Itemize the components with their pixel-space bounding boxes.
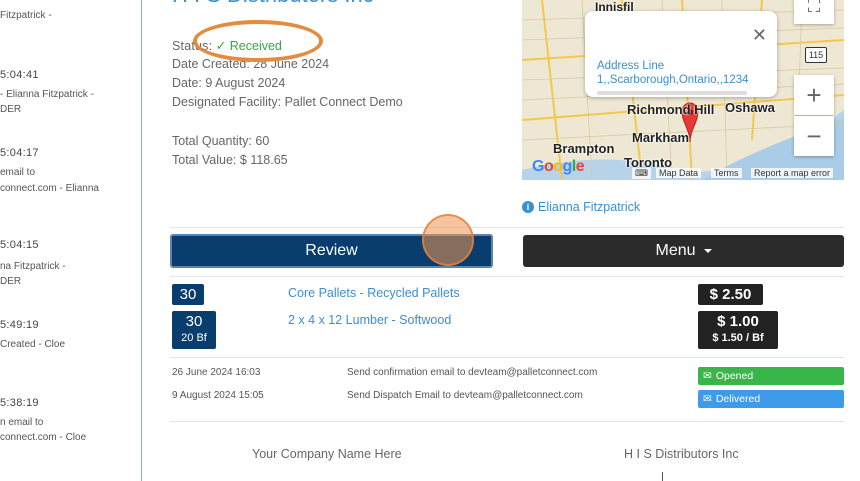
facility-row: Designated Facility: Pallet Connect Demo (172, 95, 403, 109)
item-board-feet: 20 Bf (181, 332, 207, 344)
feed-time: 5:49:19 (0, 319, 39, 331)
info-icon: i (522, 201, 534, 213)
opened-badge-label: Opened (715, 370, 754, 382)
date-row: Date: 9 August 2024 (172, 76, 285, 90)
item-quantity: 30 (185, 313, 203, 330)
item-quantity-badge: 30 20 Bf (172, 311, 216, 349)
feed-time: 5:04:15 (0, 239, 39, 251)
zoom-out-button[interactable]: − (794, 116, 834, 156)
delivered-badge-label: Delivered (715, 393, 761, 405)
footer-company-name: Your Company Name Here (252, 447, 402, 461)
terms-link[interactable]: Terms (711, 168, 742, 178)
divider (170, 421, 844, 422)
menu-button[interactable]: Menu (523, 235, 844, 267)
total-quantity-label: Total Quantity: (172, 134, 252, 148)
total-value-row: Total Value: $ 118.65 (172, 153, 288, 167)
caret-down-icon (703, 249, 712, 253)
log-text: Send confirmation email to devteam@palle… (347, 367, 598, 378)
zoom-in-button[interactable]: + (794, 75, 834, 115)
cursor-caret (662, 472, 663, 481)
popup-address-line2: 1,,Scarborough,Ontario,,1234 (597, 74, 749, 86)
feed-line: - Elianna Fitzpatrick - (0, 89, 94, 100)
activity-feed: Fitzpatrick - 5:04:41 - Elianna Fitzpatr… (0, 0, 142, 481)
divider (170, 357, 844, 358)
city-label: Brampton (553, 141, 615, 156)
feed-line: n email to (0, 417, 44, 428)
city-label: Oshawa (725, 100, 775, 115)
user-link[interactable]: i Elianna Fitzpatrick (522, 200, 640, 214)
popup-address[interactable]: Address Line 1,,Scarborough,Ontario,,123… (597, 59, 772, 87)
item-link[interactable]: Core Pallets - Recycled Pallets (288, 286, 460, 300)
log-text: Send Dispatch Email to devteam@palletcon… (347, 390, 583, 401)
keyboard-icon[interactable]: ⌨ (632, 168, 651, 179)
customer-title: H I S Distributors Inc (172, 0, 374, 8)
close-icon[interactable]: ✕ (752, 25, 767, 46)
feed-line: Fitzpatrick - (0, 10, 52, 21)
opened-badge: ✉ Opened (698, 367, 844, 385)
divider (170, 276, 844, 277)
map[interactable]: Innisfil Richmond Hill Oshawa Markham Br… (522, 0, 844, 180)
item-quantity-badge: 30 (172, 284, 204, 305)
total-quantity-row: Total Quantity: 60 (172, 134, 269, 148)
route-badge: 115 (805, 47, 827, 63)
date-value: 9 August 2024 (205, 76, 286, 90)
envelope-open-icon: ✉ (703, 370, 712, 382)
facility-label: Designated Facility: (172, 95, 282, 109)
date-label: Date: (172, 76, 202, 90)
feed-line: Created - Cloe (0, 339, 66, 350)
highlight-ring (193, 20, 323, 62)
map-data-link[interactable]: Map Data (656, 168, 702, 178)
feed-line: na Fitzpatrick - (0, 261, 66, 272)
log-date: 26 June 2024 16:03 (172, 367, 261, 378)
item-price-per-bf: $ 1.50 / Bf (712, 332, 764, 344)
item-link[interactable]: 2 x 4 x 12 Lumber - Softwood (288, 313, 451, 327)
feed-line: DER (0, 276, 22, 287)
item-price-badge: $ 1.00 $ 1.50 / Bf (698, 311, 778, 349)
report-map-error-link[interactable]: Report a map error (751, 168, 834, 178)
user-link-text: Elianna Fitzpatrick (538, 200, 641, 214)
total-value-label: Total Value: (172, 153, 237, 167)
total-quantity-value: 60 (255, 134, 270, 148)
click-indicator (422, 214, 474, 266)
feed-time: 5:04:17 (0, 147, 39, 159)
feed-line: DER (0, 104, 22, 115)
city-label: Markham (632, 130, 690, 145)
popup-scrollbar[interactable] (597, 91, 747, 95)
menu-button-label: Menu (655, 242, 696, 259)
total-value-value: $ 118.65 (239, 153, 288, 167)
item-price: $ 1.00 (717, 313, 759, 330)
feed-time: 5:38:19 (0, 397, 39, 409)
log-date: 9 August 2024 15:05 (172, 390, 264, 401)
fullscreen-icon[interactable]: ⛶ (794, 0, 834, 24)
feed-line: email to (0, 167, 36, 178)
map-info-popup: ✕ Address Line 1,,Scarborough,Ontario,,1… (585, 11, 777, 97)
feed-line: connect.com - Cloe (0, 432, 87, 443)
footer-customer-name: H I S Distributors Inc (624, 447, 739, 461)
popup-address-line1: Address Line (597, 60, 665, 72)
envelope-icon: ✉ (703, 393, 712, 405)
facility-value: Pallet Connect Demo (284, 95, 403, 109)
item-price-badge: $ 2.50 (698, 284, 763, 305)
divider (170, 227, 844, 228)
city-label: Richmond Hill (627, 102, 715, 117)
feed-time: 5:04:41 (0, 69, 39, 81)
feed-line: connect.com - Elianna (0, 183, 99, 194)
delivered-badge: ✉ Delivered (698, 390, 844, 408)
map-footer: ⌨ Map Data Terms Report a map error (522, 166, 844, 180)
